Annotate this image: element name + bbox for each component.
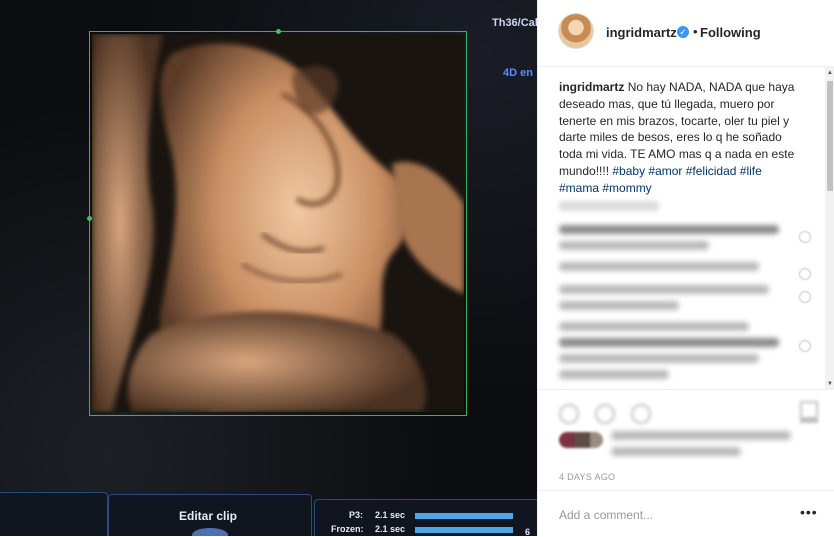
post-sidebar: ingridmartz ✓ • Following ingridmartz No… xyxy=(537,0,834,536)
share-icon[interactable] xyxy=(631,404,651,424)
heart-icon[interactable] xyxy=(559,404,579,424)
verified-badge-icon: ✓ xyxy=(677,26,689,38)
comments-list[interactable]: ingridmartz No hay NADA, NADA que haya d… xyxy=(538,67,825,389)
load-more-comments[interactable] xyxy=(559,201,659,211)
list-item xyxy=(559,285,811,317)
list-item xyxy=(559,262,811,280)
roi-handle-top xyxy=(276,29,281,34)
comment-heart-icon[interactable] xyxy=(799,340,811,352)
roi-handle-left xyxy=(87,216,92,221)
post-caption: ingridmartz No hay NADA, NADA que haya d… xyxy=(559,79,799,197)
device-panel-clip: Editar clip xyxy=(108,494,312,536)
avatar[interactable] xyxy=(559,14,593,48)
caption-username[interactable]: ingridmartz xyxy=(559,80,624,94)
bookmark-icon[interactable] xyxy=(800,401,818,423)
frozen-value: 2.1 sec xyxy=(375,524,406,534)
scanner-mode-label: 4D en xyxy=(503,67,533,79)
frozen-label: Frozen: xyxy=(331,524,364,534)
more-options-icon[interactable]: ••• xyxy=(800,504,818,520)
post-photo[interactable]: Th36/Cal 4D en Editar clip P3: 2.1 sec F… xyxy=(0,0,537,536)
header-username[interactable]: ingridmartz xyxy=(606,25,677,40)
add-comment-input[interactable] xyxy=(559,506,789,524)
scanner-probe-label: Th36/Cal xyxy=(492,17,537,29)
p3-label: P3: xyxy=(349,510,364,520)
clip-counter: 6 xyxy=(524,527,530,536)
device-panel-left xyxy=(0,492,108,536)
post-header: ingridmartz ✓ • Following xyxy=(538,0,834,67)
p3-value: 2.1 sec xyxy=(375,510,406,520)
header-separator: • xyxy=(693,24,698,39)
p3-bar xyxy=(415,513,513,519)
scroll-down-icon[interactable]: ▼ xyxy=(827,381,833,387)
comment-heart-icon[interactable] xyxy=(799,231,811,243)
edit-clip-label: Editar clip xyxy=(179,509,238,523)
post-actions xyxy=(538,389,834,430)
list-item xyxy=(559,322,811,386)
add-comment-section: ••• xyxy=(538,490,834,537)
clip-knob-icon xyxy=(192,528,228,536)
comment-icon[interactable] xyxy=(595,404,615,424)
liker-avatars[interactable] xyxy=(559,432,603,448)
post-timestamp[interactable]: 4 DAYS AGO xyxy=(559,472,615,482)
scroll-up-icon[interactable]: ▲ xyxy=(827,70,833,76)
frozen-bar xyxy=(415,527,513,533)
comment-heart-icon[interactable] xyxy=(799,268,811,280)
list-item xyxy=(559,225,811,257)
scroll-thumb[interactable] xyxy=(827,81,833,191)
following-button[interactable]: Following xyxy=(700,25,761,40)
device-panel-stats: P3: 2.1 sec Frozen: 2.1 sec 6 xyxy=(314,499,537,536)
comments-scrollbar[interactable]: ▲ ▼ xyxy=(825,67,834,389)
scan-roi-box xyxy=(87,29,467,416)
comment-heart-icon[interactable] xyxy=(799,291,811,303)
